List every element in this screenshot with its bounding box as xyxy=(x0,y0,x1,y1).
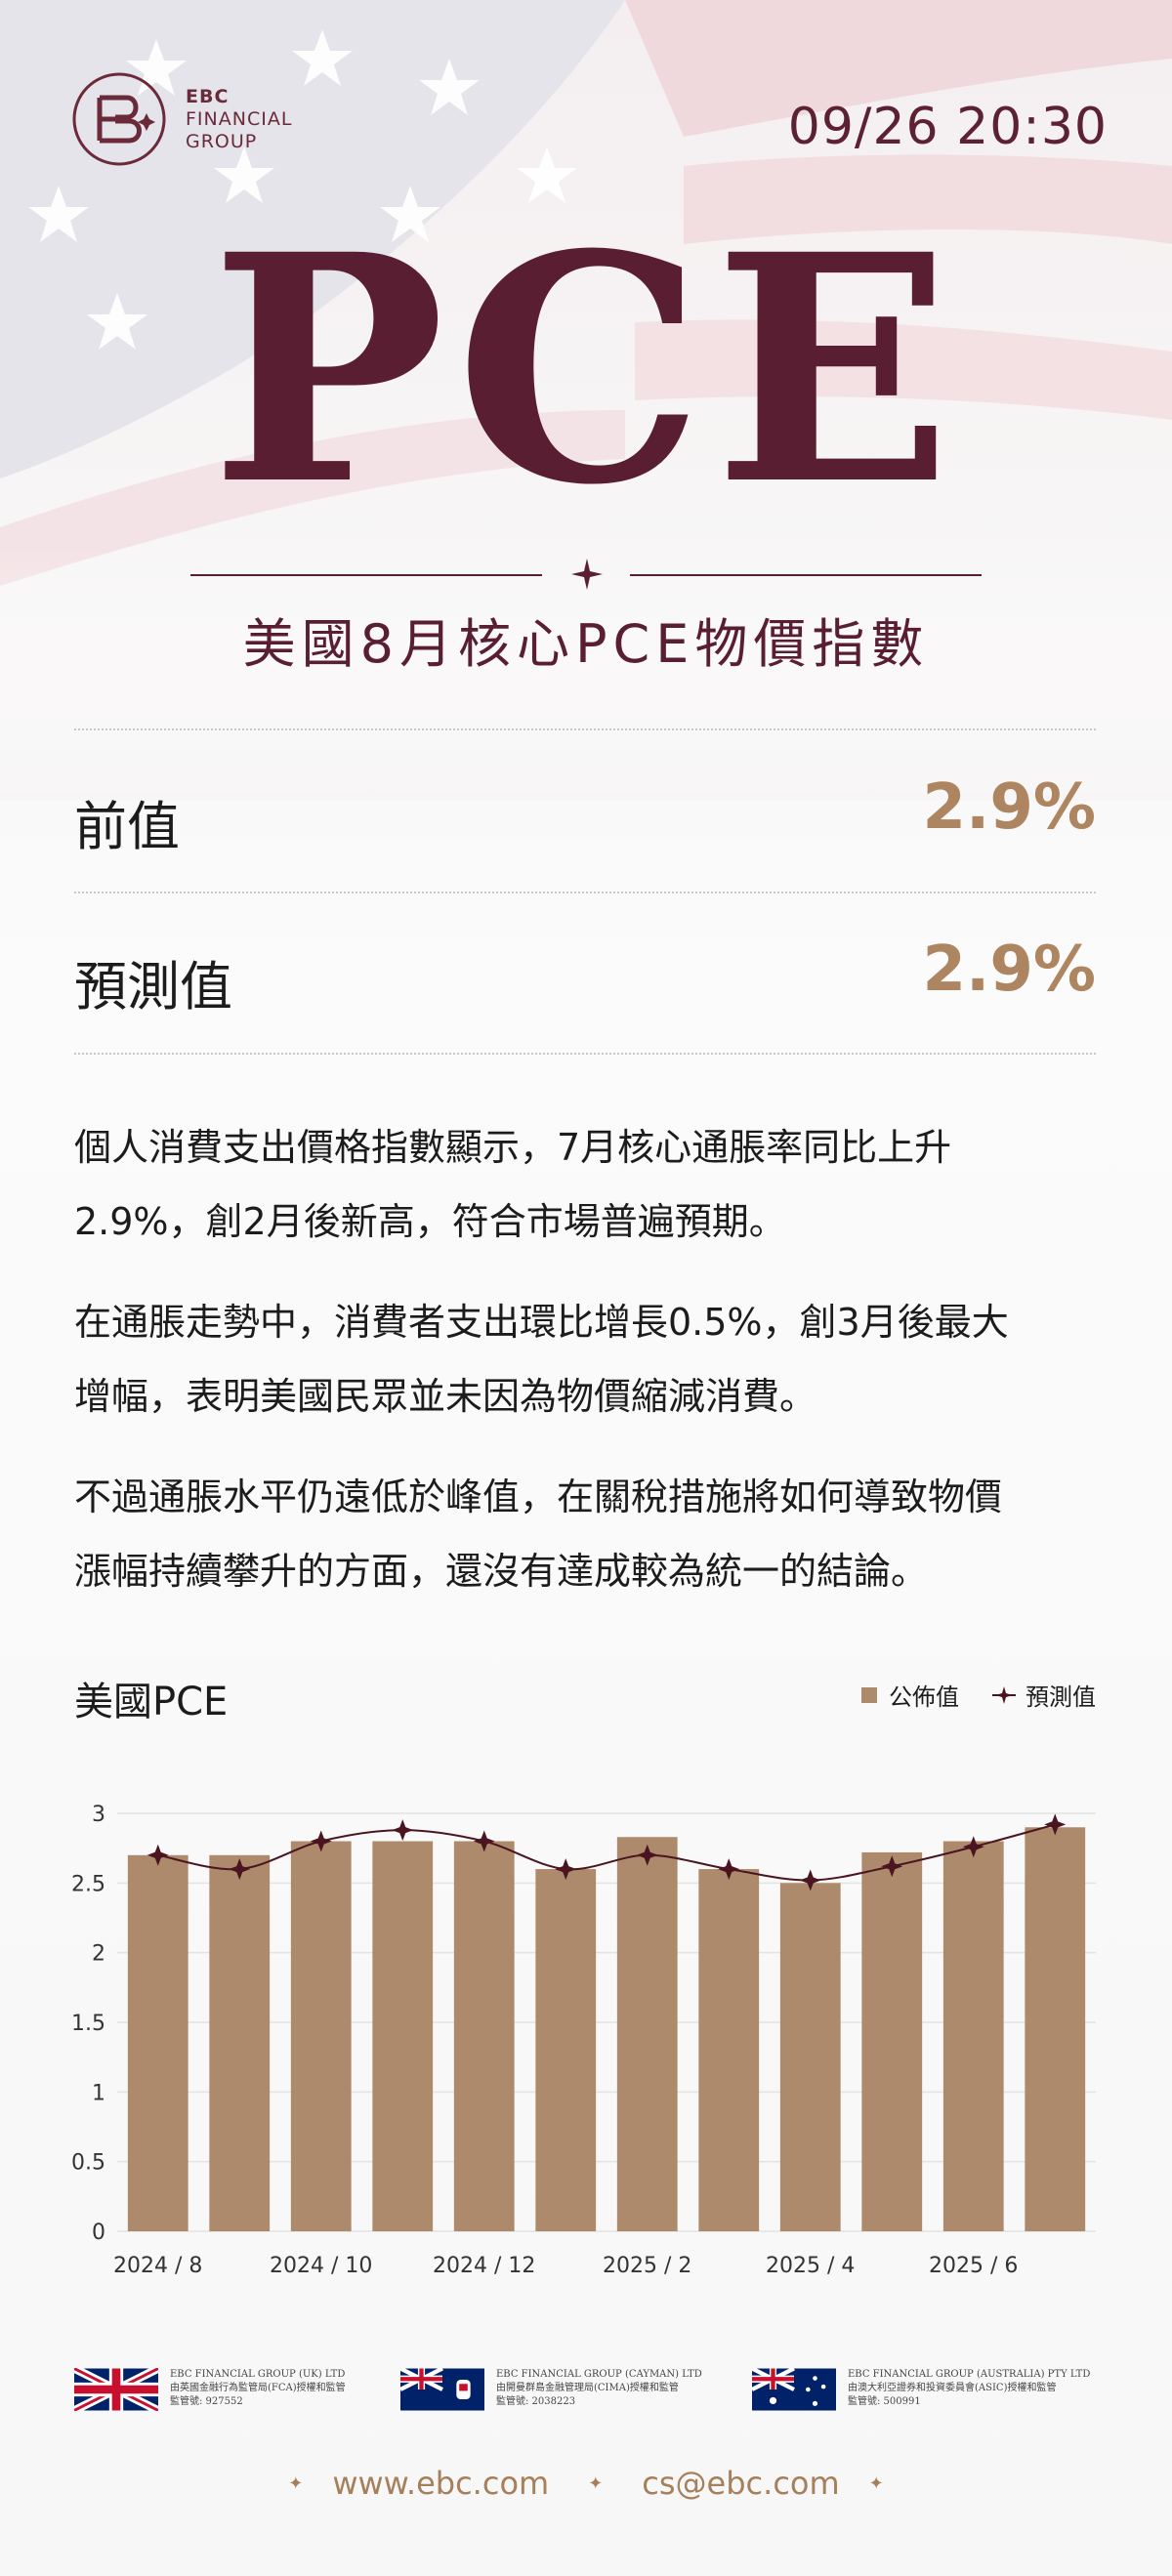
chart-title: 美國PCE xyxy=(74,1680,229,1724)
previous-value-label: 前值 xyxy=(74,796,180,857)
bar xyxy=(290,1841,352,2231)
paragraph-line: 2.9%，創2月後新高，符合市場普遍預期。 xyxy=(74,1200,786,1243)
stat-divider xyxy=(74,1053,1096,1055)
entity-uk-line: 由英國金融行為監管局(FCA)授權和監管 xyxy=(170,2383,346,2393)
title-divider-left xyxy=(190,574,542,576)
ebc-logo: EBC FINANCIAL GROUP xyxy=(70,70,292,168)
entity-uk-line: EBC FINANCIAL GROUP (UK) LTD xyxy=(170,2369,346,2380)
australia-flag-icon xyxy=(752,2368,836,2411)
legend-forecast-label: 預測值 xyxy=(1026,1683,1096,1711)
entity-australia-line: EBC FINANCIAL GROUP (AUSTRALIA) PTY LTD xyxy=(848,2369,1091,2380)
page-title: PCE xyxy=(210,187,962,554)
y-tick-label: 2 xyxy=(92,1942,105,1967)
paragraph-line: 漲幅持續攀升的方面，還沒有達成較為統一的結論。 xyxy=(74,1550,929,1593)
y-tick-label: 2.5 xyxy=(71,1872,105,1896)
entity-uk-line: 監管號: 927552 xyxy=(170,2396,243,2407)
paragraph-3: 不過通脹水平仍遠低於峰值，在關稅措施將如何導致物價 漲幅持續攀升的方面，還沒有達… xyxy=(74,1460,1100,1608)
bar xyxy=(127,1854,188,2231)
x-tick-label: 2025 / 6 xyxy=(929,2254,1018,2278)
bar xyxy=(372,1841,434,2231)
bar xyxy=(942,1841,1004,2231)
y-tick-label: 1.5 xyxy=(71,2012,105,2036)
paragraph-2: 在通脹走勢中，消費者支出環比增長0.5%，創3月後最大 增幅，表明美國民眾並未因… xyxy=(74,1285,1100,1433)
release-datetime: 09/26 20:30 xyxy=(787,98,1108,156)
paragraph-line: 增幅，表明美國民眾並未因為物價縮減消費。 xyxy=(74,1375,817,1418)
stat-divider xyxy=(74,892,1096,893)
x-tick-label: 2024 / 8 xyxy=(113,2254,202,2278)
bar xyxy=(1025,1827,1086,2231)
legend-bar-swatch xyxy=(861,1686,877,1703)
bar xyxy=(209,1854,271,2231)
stat-divider xyxy=(74,728,1096,730)
paragraph-line: 在通脹走勢中，消費者支出環比增長0.5%，創3月後最大 xyxy=(74,1301,1009,1344)
paragraph-1: 個人消費支出價格指數顯示，7月核心通脹率同比上升 2.9%，創2月後新高，符合市… xyxy=(74,1110,1100,1259)
bar xyxy=(453,1841,515,2231)
x-tick-label: 2025 / 4 xyxy=(766,2254,855,2278)
previous-value: 2.9% xyxy=(922,771,1097,844)
page-subtitle: 美國8月核心PCE物價指數 xyxy=(242,613,930,675)
forecast-point xyxy=(392,1819,414,1842)
sparkle-icon: ✦ xyxy=(588,2472,604,2494)
entity-uk: EBC FINANCIAL GROUP (UK) LTD 由英國金融行為監管局(… xyxy=(74,2368,346,2411)
website-link[interactable]: www.ebc.com xyxy=(332,2465,549,2502)
email-link[interactable]: cs@ebc.com xyxy=(642,2465,839,2502)
x-tick-label: 2025 / 2 xyxy=(603,2254,691,2278)
paragraph-line: 個人消費支出價格指數顯示，7月核心通脹率同比上升 xyxy=(74,1126,952,1169)
title-divider-right xyxy=(630,574,982,576)
y-tick-label: 0 xyxy=(92,2221,105,2245)
chart-legend: 公佈值 預測值 xyxy=(861,1678,1096,1712)
paragraph-line: 不過通脹水平仍遠低於峰值，在關稅措施將如何導致物價 xyxy=(74,1475,1003,1518)
entity-australia-line: 由澳大利亞證券和投資委員會(ASIC)授權和監管 xyxy=(848,2383,1057,2393)
entity-cayman-line: EBC FINANCIAL GROUP (CAYMAN) LTD xyxy=(496,2369,702,2380)
sparkle-icon: ✦ xyxy=(868,2472,884,2494)
cayman-flag-icon xyxy=(400,2368,484,2411)
ebc-logo-icon xyxy=(72,72,166,166)
y-tick-label: 1 xyxy=(92,2081,105,2105)
bar xyxy=(535,1869,597,2231)
x-tick-label: 2024 / 12 xyxy=(433,2254,535,2278)
logo-line-2: FINANCIAL xyxy=(186,107,293,130)
bar xyxy=(861,1851,923,2231)
logo-text: EBC FINANCIAL GROUP xyxy=(186,86,292,153)
bar xyxy=(779,1883,841,2231)
forecast-value: 2.9% xyxy=(922,934,1097,1006)
entity-cayman-line: 由開曼群島金融管理局(CIMA)授權和監管 xyxy=(496,2383,679,2393)
legend-published-label: 公佈值 xyxy=(889,1683,959,1711)
entity-australia: EBC FINANCIAL GROUP (AUSTRALIA) PTY LTD … xyxy=(752,2368,1090,2411)
entity-australia-line: 監管號: 500991 xyxy=(848,2396,921,2407)
bar xyxy=(616,1837,678,2231)
bar xyxy=(698,1869,760,2231)
legend-star-icon xyxy=(992,1685,1016,1704)
sparkle-icon: ✦ xyxy=(288,2472,304,2494)
x-tick-label: 2024 / 10 xyxy=(270,2254,372,2278)
logo-line-3: GROUP xyxy=(186,130,258,152)
y-tick-label: 3 xyxy=(92,1803,105,1827)
logo-line-1: EBC xyxy=(186,85,230,107)
pce-chart: 0 0.5 1 1.5 2 2.5 3 2024 / 8 2024 / 10 2024 / 12 2… xyxy=(71,1803,1096,2278)
contact-bar: ✦ www.ebc.com ✦ cs@ebc.com ✦ xyxy=(0,2465,1172,2502)
y-tick-label: 0.5 xyxy=(71,2151,105,2176)
sparkle-icon xyxy=(571,559,603,590)
uk-flag-icon xyxy=(74,2368,158,2411)
forecast-value-label: 預測值 xyxy=(74,956,232,1018)
entity-cayman-line: 監管號: 2038223 xyxy=(496,2396,576,2407)
entity-cayman: EBC FINANCIAL GROUP (CAYMAN) LTD 由開曼群島金融… xyxy=(400,2368,702,2411)
